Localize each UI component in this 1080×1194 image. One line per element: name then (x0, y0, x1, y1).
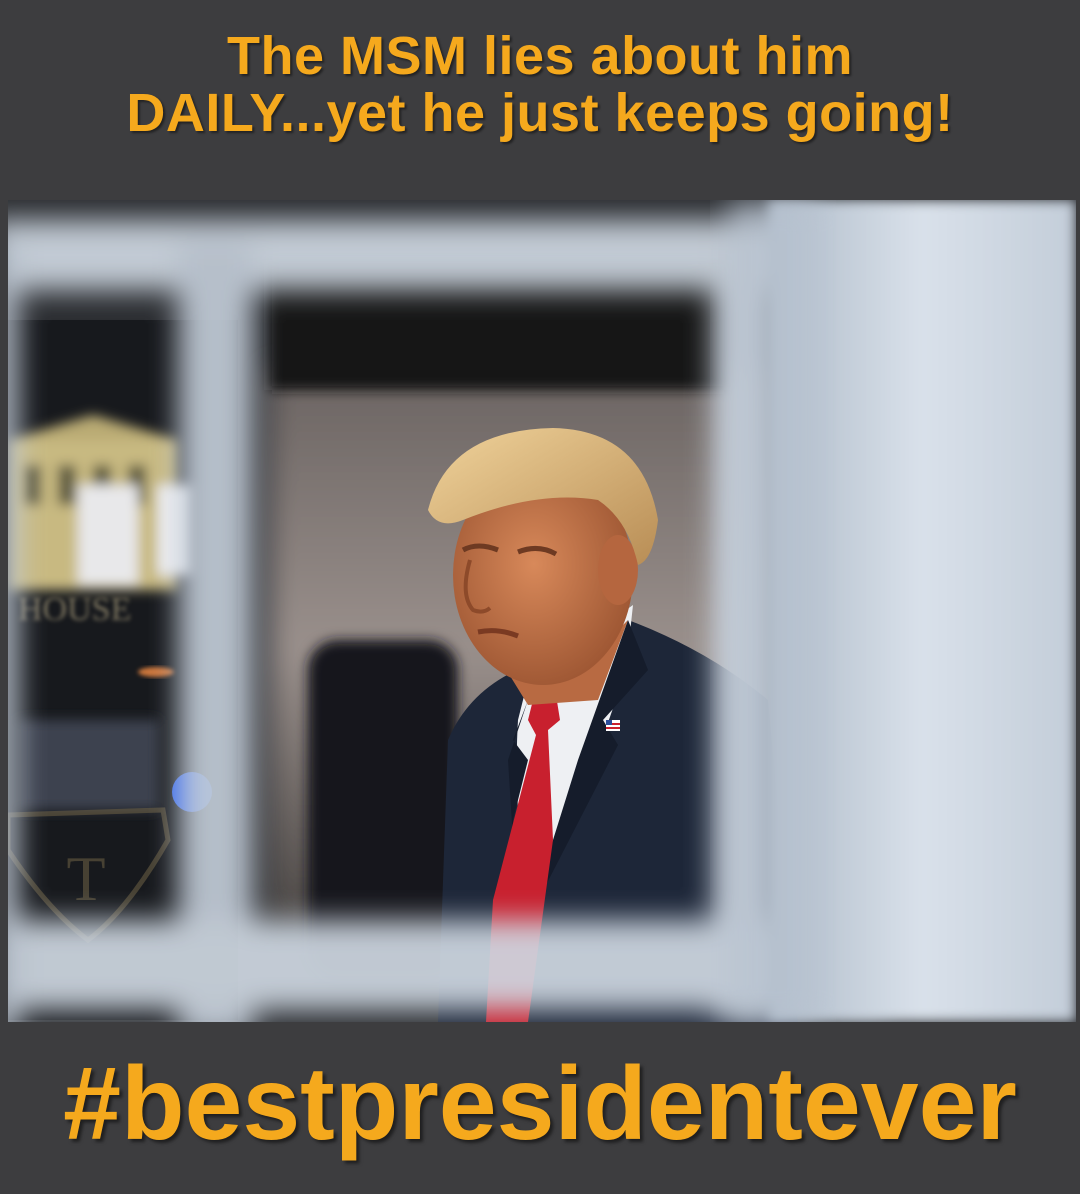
building-image (8, 415, 193, 590)
meme-page: The MSM lies about him DAILY...yet he ju… (0, 0, 1080, 1194)
hashtag-caption: #bestpresidentever (63, 1046, 1017, 1162)
watermark-letter: T (66, 843, 105, 914)
caption-line-2: DAILY...yet he just keeps going! (126, 83, 954, 143)
top-caption: The MSM lies about him DAILY...yet he ju… (0, 28, 1080, 142)
building-text: HOUSE (18, 591, 131, 628)
photo-illustration: HOUSE T (8, 200, 1076, 1022)
photo: HOUSE T (8, 200, 1076, 1022)
caption-line-1: The MSM lies about him (226, 26, 854, 86)
